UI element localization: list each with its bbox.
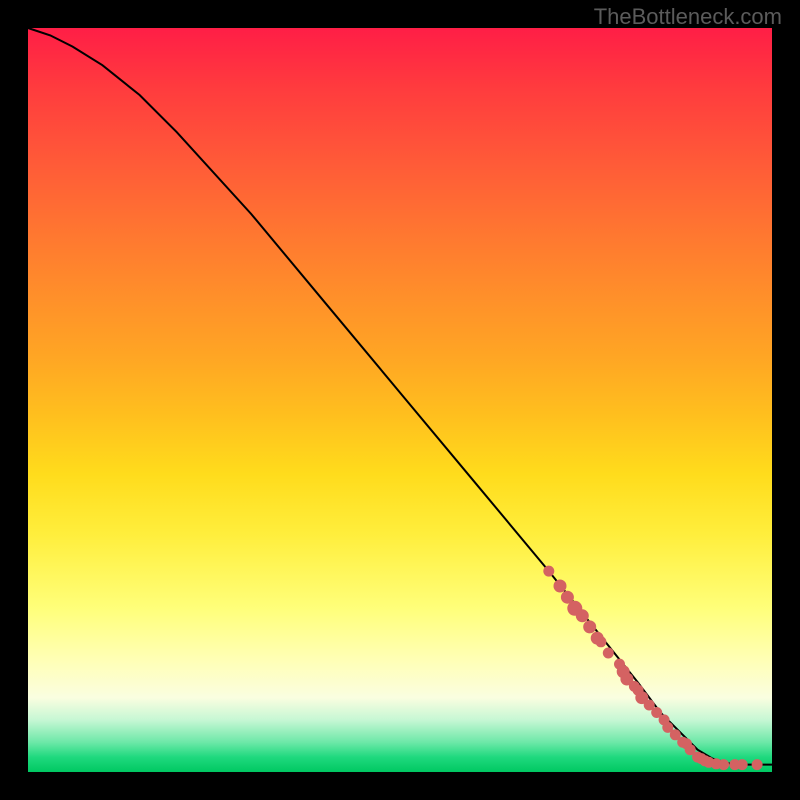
- scatter-dot: [544, 566, 554, 576]
- scatter-dot: [644, 700, 654, 710]
- watermark-text: TheBottleneck.com: [594, 4, 782, 30]
- scatter-dot: [663, 722, 673, 732]
- scatter-dot: [670, 730, 680, 740]
- scatter-dot: [596, 637, 606, 647]
- scatter-dot: [603, 648, 613, 658]
- scatter-dot: [576, 610, 588, 622]
- scatter-dot: [652, 708, 662, 718]
- scatter-dot: [554, 580, 566, 592]
- bottleneck-curve: [28, 28, 772, 765]
- scatter-dot: [561, 591, 573, 603]
- scatter-points: [544, 566, 762, 770]
- scatter-dot: [737, 760, 747, 770]
- plot-overlay: [28, 28, 772, 772]
- scatter-dot: [752, 760, 762, 770]
- scatter-dot: [719, 760, 729, 770]
- scatter-dot: [685, 745, 695, 755]
- scatter-dot: [584, 621, 596, 633]
